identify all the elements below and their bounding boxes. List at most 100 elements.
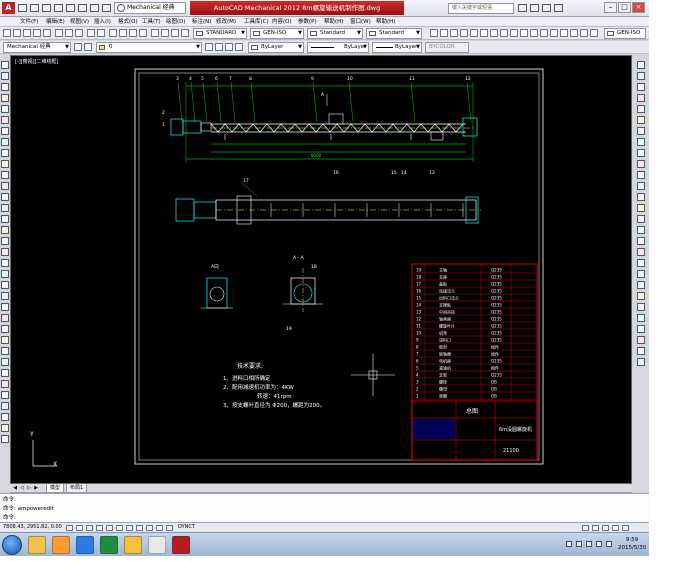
star-icon[interactable] [542, 4, 551, 12]
am-icon-14[interactable] [560, 29, 568, 37]
annotation-scale-icon[interactable] [592, 525, 599, 531]
undo-tb-icon[interactable] [87, 29, 95, 37]
menu-help-a[interactable]: 帮助(H) [324, 17, 343, 27]
chamfer-icon[interactable] [637, 204, 645, 212]
menu-tools[interactable]: 工具(T) [142, 17, 161, 27]
dim-style-select-right[interactable]: GEN-ISO [604, 28, 646, 39]
tray-volume-icon[interactable] [586, 541, 592, 547]
menu-parametric[interactable]: 参数(P) [298, 17, 317, 27]
ducs-toggle[interactable] [136, 525, 143, 531]
break-icon[interactable] [637, 182, 645, 190]
layer-select[interactable]: 0 ▼ [96, 42, 202, 53]
rotate-icon[interactable] [637, 127, 645, 135]
dropdown-icon[interactable] [102, 4, 111, 12]
explorer-icon[interactable] [28, 536, 46, 554]
am-mod-icon-8[interactable] [637, 314, 645, 322]
clean-screen-icon[interactable] [622, 525, 629, 531]
am-icon-16[interactable] [580, 29, 588, 37]
mirror-icon[interactable] [637, 83, 645, 91]
fillet-icon[interactable] [637, 215, 645, 223]
am-draw-icon-2[interactable] [1, 292, 9, 300]
am-mod-icon-5[interactable] [637, 281, 645, 289]
construction-line-icon[interactable] [1, 72, 9, 80]
lwt-toggle[interactable] [156, 525, 163, 531]
help-icon[interactable] [554, 4, 563, 12]
linetype-select[interactable]: ByLayer ▼ [307, 42, 369, 53]
layer-isolate-icon[interactable] [235, 43, 243, 51]
am-icon-8[interactable] [500, 29, 508, 37]
command-window[interactable]: 命令: 命令: ampoweredit 命令: [0, 493, 649, 522]
struct-toggle-label[interactable]: DYNCT [178, 524, 195, 530]
am-icon-13[interactable] [550, 29, 558, 37]
am-draw-icon-15[interactable] [1, 435, 9, 443]
paste-icon[interactable] [75, 29, 83, 37]
redo-tb-icon[interactable] [97, 29, 105, 37]
am-draw-icon-8[interactable] [1, 358, 9, 366]
ellipse-arc-icon[interactable] [1, 171, 9, 179]
am-icon-15[interactable] [570, 29, 578, 37]
search-input[interactable]: 键入关键字或短语 [448, 3, 514, 14]
am-mod-icon-6[interactable] [637, 292, 645, 300]
am-mod-icon-2[interactable] [637, 248, 645, 256]
move-icon[interactable] [637, 116, 645, 124]
tray-ime-icon[interactable] [596, 541, 602, 547]
join-icon[interactable] [637, 193, 645, 201]
am-mod-icon-12[interactable] [637, 358, 645, 366]
stretch-icon[interactable] [637, 149, 645, 157]
am-icon-9[interactable] [510, 29, 518, 37]
offset-icon[interactable] [637, 94, 645, 102]
table-icon[interactable] [1, 248, 9, 256]
am-icon-17[interactable] [590, 29, 598, 37]
model-space-icon[interactable] [582, 525, 589, 531]
browser-icon[interactable] [148, 536, 166, 554]
am-icon-7[interactable] [490, 29, 498, 37]
am-draw-icon-5[interactable] [1, 325, 9, 333]
copy-object-icon[interactable] [637, 72, 645, 80]
user-icon[interactable] [530, 4, 539, 12]
mtext-icon[interactable] [1, 259, 9, 267]
tab-prev-icon[interactable]: ◁ [19, 485, 25, 491]
ellipse-icon[interactable] [1, 160, 9, 168]
region-icon[interactable] [1, 237, 9, 245]
zoom-icon[interactable] [119, 29, 127, 37]
am-icon-1[interactable] [430, 29, 438, 37]
am-icon-12[interactable] [540, 29, 548, 37]
snap-toggle[interactable] [66, 525, 73, 531]
point-icon[interactable] [1, 204, 9, 212]
excel-icon[interactable] [100, 536, 118, 554]
system-clock[interactable]: 9:59 2015/5/30 [618, 536, 646, 552]
cut-icon[interactable] [55, 29, 63, 37]
workspace-combo[interactable]: Mechanical 经典 ▼ [3, 42, 71, 53]
arc-icon[interactable] [1, 116, 9, 124]
menu-file[interactable]: 文件(F) [20, 17, 38, 27]
menu-content[interactable]: 内容(O) [272, 17, 292, 27]
am-icon-4[interactable] [460, 29, 468, 37]
autocad-logo-icon[interactable]: A [2, 2, 15, 14]
menu-help[interactable]: 帮助(H) [376, 17, 395, 27]
menu-edit[interactable]: 编辑(E) [46, 17, 65, 27]
plot-icon[interactable] [33, 29, 41, 37]
am-draw-icon-12[interactable] [1, 402, 9, 410]
am-draw-icon-7[interactable] [1, 347, 9, 355]
text-style-select[interactable]: STANDARD ▼ [193, 28, 247, 39]
polyline-icon[interactable] [1, 83, 9, 91]
am-mod-icon-9[interactable] [637, 325, 645, 333]
3dosnap-toggle[interactable] [116, 525, 123, 531]
am-icon-6[interactable] [480, 29, 488, 37]
workspace-switch-icon[interactable] [602, 525, 609, 531]
start-button[interactable] [2, 535, 22, 555]
drawing-canvas[interactable]: [-][俯视][二维线框] 8000 A 1 2 3 4 5 6 7 8 9 1… [10, 55, 632, 484]
tab-model[interactable]: 模型 [46, 484, 65, 493]
am-icon-10[interactable] [520, 29, 528, 37]
make-block-icon[interactable] [1, 193, 9, 201]
save-as-icon[interactable] [54, 4, 63, 12]
rectangle-icon[interactable] [1, 105, 9, 113]
am-draw-icon-3[interactable] [1, 303, 9, 311]
am-mod-icon-1[interactable] [637, 237, 645, 245]
maximize-button[interactable]: □ [618, 2, 631, 13]
save-file-icon[interactable] [23, 29, 31, 37]
am-draw-icon-10[interactable] [1, 380, 9, 388]
am-mod-icon-3[interactable] [637, 259, 645, 267]
am-icon-2[interactable] [440, 29, 448, 37]
dyn-toggle[interactable] [146, 525, 153, 531]
